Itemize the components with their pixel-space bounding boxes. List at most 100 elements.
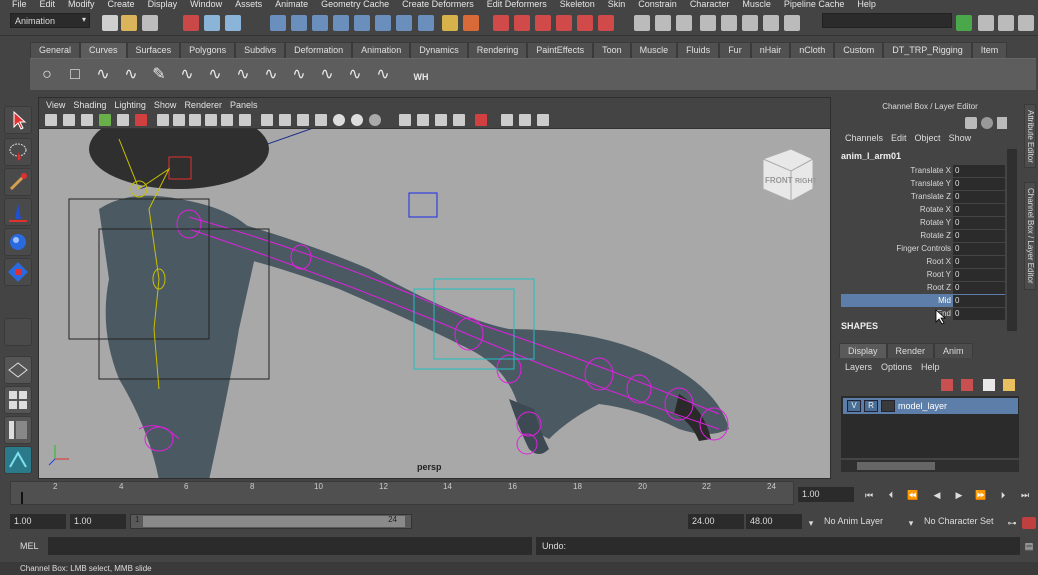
object-name[interactable]: anim_l_arm01: [841, 151, 1005, 163]
curve-icon[interactable]: ∿: [260, 65, 282, 85]
attribute-editor-tab[interactable]: Attribute Editor: [1024, 104, 1036, 168]
render-icon[interactable]: [634, 15, 650, 31]
shelf-tab-painteffects[interactable]: PaintEffects: [527, 42, 594, 58]
menu-help[interactable]: Help: [851, 0, 883, 10]
hypergraph-layout-button[interactable]: [4, 446, 32, 474]
layer-visibility-toggle[interactable]: V: [847, 400, 861, 412]
menu-edit-deformers[interactable]: Edit Deformers: [481, 0, 554, 10]
last-tool-button[interactable]: [4, 318, 32, 346]
step-forward-frame-icon[interactable]: ⏵: [996, 489, 1010, 501]
paint-select-tool-button[interactable]: [4, 168, 32, 196]
open-scene-icon[interactable]: [121, 15, 137, 31]
layer-reference-toggle[interactable]: R: [864, 400, 878, 412]
rotate-tool-button[interactable]: [4, 228, 32, 256]
select-component-icon[interactable]: [225, 15, 241, 31]
tab-display[interactable]: Display: [839, 343, 887, 358]
shelf-tab-muscle[interactable]: Muscle: [630, 42, 678, 58]
attribute-editor-toggle-icon[interactable]: [978, 15, 994, 31]
menu-muscle[interactable]: Muscle: [736, 0, 778, 10]
attribute-value[interactable]: 0: [953, 242, 1005, 255]
field-chart-icon[interactable]: [189, 114, 201, 126]
isolate-select-icon[interactable]: [475, 114, 487, 126]
anim-layer-dropdown[interactable]: No Anim Layer: [824, 514, 904, 529]
chevron-down-icon[interactable]: ▾: [904, 517, 918, 529]
share-icon[interactable]: [537, 114, 549, 126]
attribute-value[interactable]: 0: [953, 229, 1005, 242]
select-by-render-icon[interactable]: [396, 15, 412, 31]
xray-joints-icon[interactable]: [501, 114, 513, 126]
safe-title-icon[interactable]: [221, 114, 233, 126]
menu-set-dropdown[interactable]: Animation ▾: [10, 13, 90, 28]
chevron-down-icon[interactable]: ▾: [804, 517, 818, 529]
image-plane-icon[interactable]: [99, 114, 111, 126]
menu-animate[interactable]: Animate: [269, 0, 315, 10]
shelf-tab-general[interactable]: General: [30, 42, 81, 58]
hypershade-icon[interactable]: [700, 15, 716, 31]
camera-attributes-icon[interactable]: [63, 114, 75, 126]
save-scene-icon[interactable]: [142, 15, 158, 31]
shelf-tab-polygons[interactable]: Polygons: [180, 42, 236, 58]
attribute-row[interactable]: Translate Z0: [841, 190, 1005, 203]
layout-icon[interactable]: [956, 15, 972, 31]
attribute-row[interactable]: Translate Y0: [841, 177, 1005, 190]
layer-menu-options[interactable]: Options: [881, 361, 921, 373]
auto-key-icon[interactable]: [1022, 517, 1036, 529]
four-pane-layout-button[interactable]: [4, 386, 32, 414]
play-backwards-icon[interactable]: ◀: [930, 489, 944, 501]
time-slider[interactable]: 2 4 6 8 10 12 14 16 18 20 22 24: [10, 481, 794, 505]
attribute-row[interactable]: Translate X0: [841, 164, 1005, 177]
animation-end-field[interactable]: 48.00: [746, 514, 802, 529]
curve-icon[interactable]: ∿: [372, 65, 394, 85]
shelf-tab-item[interactable]: Item: [971, 42, 1008, 58]
move-tool-button[interactable]: [4, 198, 32, 226]
menu-create-deformers[interactable]: Create Deformers: [396, 0, 481, 10]
highlight-selection-icon[interactable]: [463, 15, 479, 31]
attribute-row[interactable]: Root Z0: [841, 281, 1005, 294]
menu-assets[interactable]: Assets: [229, 0, 269, 10]
shelf-tab-dynamics[interactable]: Dynamics: [410, 42, 468, 58]
attribute-value[interactable]: 0: [953, 255, 1005, 268]
outliner-layout-button[interactable]: [4, 416, 32, 444]
shelf-tab-dt-trp-rigging[interactable]: DT_TRP_Rigging: [883, 42, 972, 58]
single-pane-layout-button[interactable]: [4, 356, 32, 384]
cv-curve-icon[interactable]: ∿: [92, 65, 114, 85]
step-back-key-icon[interactable]: ⏪: [906, 489, 920, 501]
snap-grid-icon[interactable]: [493, 15, 509, 31]
layer-menu-help[interactable]: Help: [921, 361, 949, 373]
shadows-icon[interactable]: [369, 114, 381, 126]
attribute-value[interactable]: 0: [953, 164, 1005, 177]
menu-pipeline-cache[interactable]: Pipeline Cache: [778, 0, 852, 10]
shelf-tab-subdivs[interactable]: Subdivs: [235, 42, 286, 58]
lasso-tool-button[interactable]: [4, 138, 32, 166]
go-to-end-icon[interactable]: ⏭: [1018, 489, 1032, 501]
bookmark-icon[interactable]: [81, 114, 93, 126]
menu-skin[interactable]: Skin: [602, 0, 633, 10]
numeric-input-field[interactable]: [822, 13, 952, 28]
attribute-row[interactable]: Finger Controls 0: [841, 242, 1005, 255]
attribute-row[interactable]: End 0: [841, 307, 1005, 320]
command-language-label[interactable]: MEL: [20, 541, 39, 551]
select-by-deformation-icon[interactable]: [354, 15, 370, 31]
step-forward-key-icon[interactable]: ⏩: [974, 489, 988, 501]
select-hierarchy-icon[interactable]: [183, 15, 199, 31]
shelf-tab-toon[interactable]: Toon: [593, 42, 631, 58]
select-by-surface-icon[interactable]: [333, 15, 349, 31]
current-frame-field[interactable]: 1.00: [798, 487, 854, 502]
select-by-dynamic-icon[interactable]: [375, 15, 391, 31]
attribute-row[interactable]: Root X0: [841, 255, 1005, 268]
channel-box-toggle-icon[interactable]: [1018, 15, 1034, 31]
script-editor-icon[interactable]: ▤: [1022, 540, 1036, 552]
shelf-tab-custom[interactable]: Custom: [834, 42, 884, 58]
attribute-value[interactable]: 0: [953, 307, 1005, 320]
curve-icon[interactable]: ∿: [316, 65, 338, 85]
select-camera-icon[interactable]: [45, 114, 57, 126]
select-tool-button[interactable]: [4, 106, 32, 134]
ep-curve-icon[interactable]: ∿: [120, 65, 142, 85]
cb-menu-channels[interactable]: Channels: [843, 131, 889, 145]
arc-icon[interactable]: ∿: [176, 65, 198, 85]
channel-box-scrollbar[interactable]: [1007, 149, 1017, 331]
curve-icon[interactable]: ∿: [344, 65, 366, 85]
3d-scene[interactable]: FRONT RIGHT persp: [39, 109, 830, 478]
vp-menu-renderer[interactable]: Renderer: [181, 98, 227, 112]
toggle-icon[interactable]: [763, 15, 779, 31]
